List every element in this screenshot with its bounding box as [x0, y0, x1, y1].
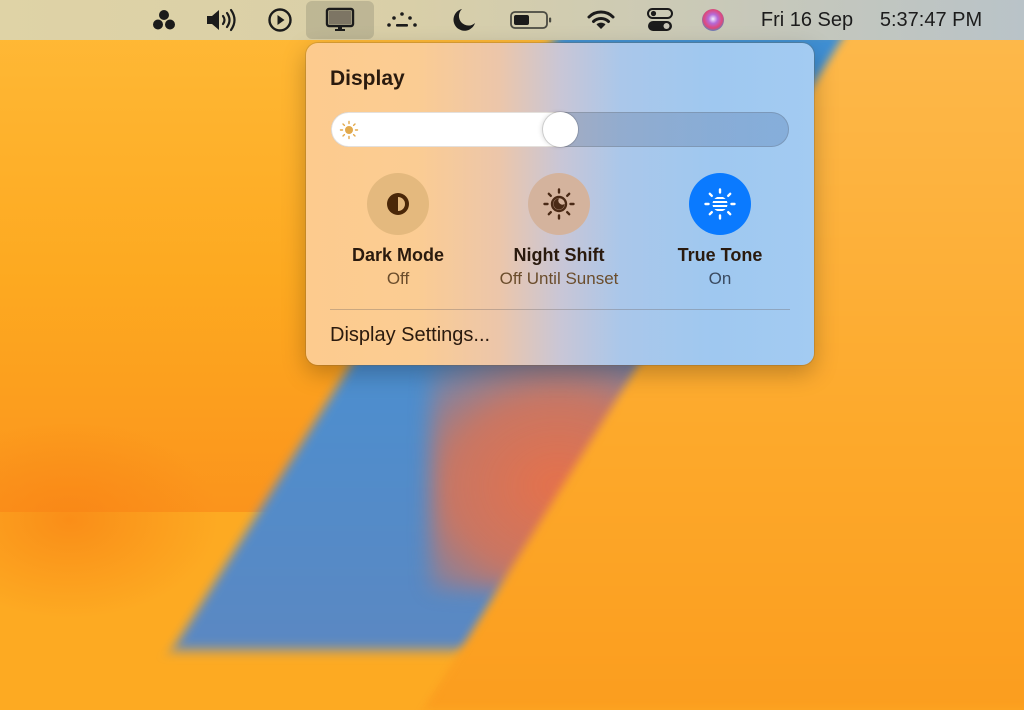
siri-icon[interactable]	[698, 0, 728, 40]
display-settings-button[interactable]: Display Settings...	[330, 324, 490, 347]
now-playing-icon[interactable]	[264, 0, 296, 40]
display-panel: Display Dark Mode Off Night Shift Off Un…	[306, 43, 814, 365]
display-icon	[325, 7, 355, 31]
true-tone-label: True Tone	[677, 245, 763, 265]
panel-title: Display	[330, 67, 405, 90]
menu-bar: Fri 16 Sep 5:37:47 PM	[0, 0, 1024, 40]
menu-bar-clock[interactable]: 5:37:47 PM	[868, 0, 994, 40]
display-menu-button[interactable]	[306, 1, 374, 39]
keyboard-brightness-icon[interactable]	[382, 0, 422, 40]
dark-mode-toggle[interactable]: Dark Mode Off	[318, 173, 478, 289]
brightness-slider-knob[interactable]	[542, 112, 578, 147]
true-tone-toggle[interactable]: True Tone On	[640, 173, 800, 289]
night-shift-label: Night Shift	[513, 245, 605, 265]
night-shift-icon	[543, 188, 575, 220]
dark-mode-status: Off	[386, 269, 410, 288]
brightness-slider[interactable]	[331, 112, 789, 147]
control-center-icon[interactable]	[644, 0, 676, 40]
brightness-sun-icon	[339, 120, 359, 140]
dark-mode-icon	[387, 193, 409, 215]
true-tone-status: On	[708, 269, 732, 288]
app-menu-icon[interactable]	[148, 0, 180, 40]
night-shift-status: Off Until Sunset	[499, 269, 619, 288]
focus-moon-icon[interactable]	[448, 0, 480, 40]
dark-mode-button[interactable]	[367, 173, 429, 235]
night-shift-toggle[interactable]: Night Shift Off Until Sunset	[479, 173, 639, 289]
panel-divider	[330, 309, 790, 310]
menu-bar-date[interactable]: Fri 16 Sep	[752, 0, 862, 40]
dark-mode-label: Dark Mode	[351, 245, 445, 265]
true-tone-icon	[704, 188, 736, 220]
brightness-slider-fill	[331, 112, 578, 147]
volume-icon[interactable]	[202, 0, 242, 40]
wallpaper-orange-glow	[0, 420, 220, 620]
true-tone-button[interactable]	[689, 173, 751, 235]
wifi-icon[interactable]	[584, 0, 618, 40]
night-shift-button[interactable]	[528, 173, 590, 235]
battery-icon[interactable]	[508, 0, 554, 40]
